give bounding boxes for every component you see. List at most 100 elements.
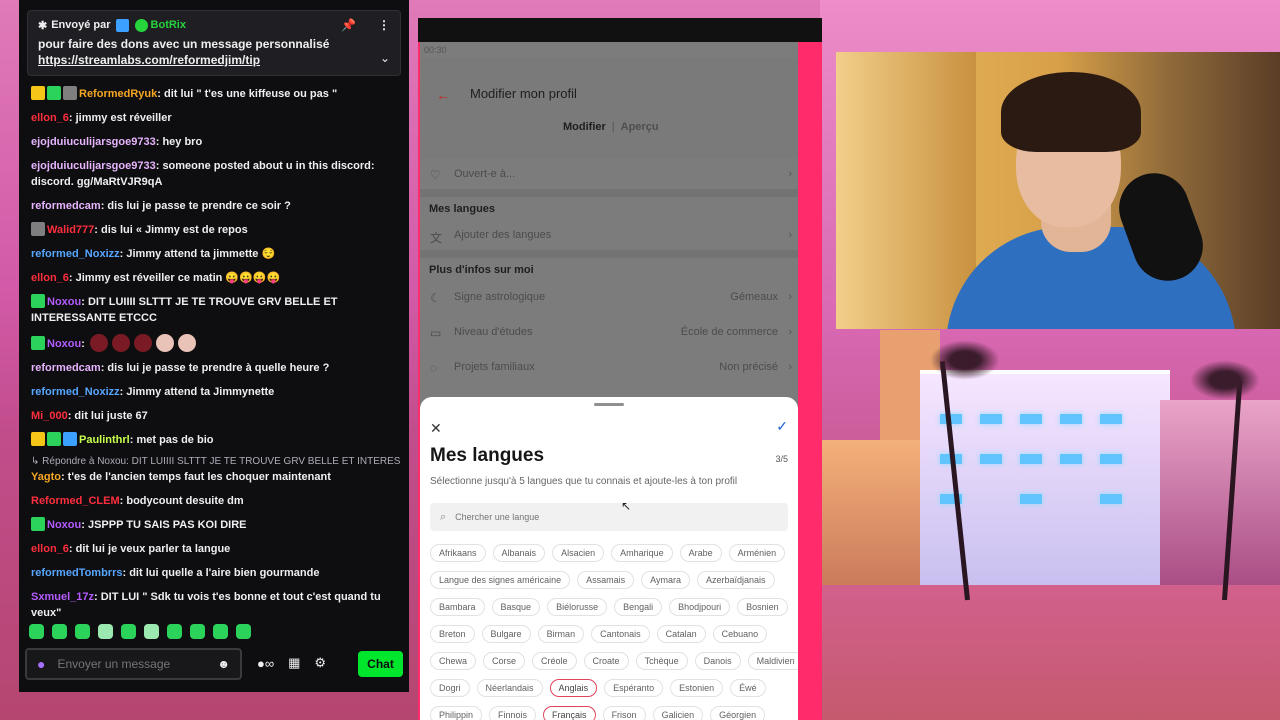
emote-icon[interactable] — [52, 624, 67, 639]
chat-username[interactable]: ReformedRyuk — [79, 88, 157, 100]
language-chip[interactable]: Basque — [491, 598, 541, 616]
crown-badge-icon[interactable] — [31, 86, 45, 100]
chat-username[interactable]: Noxou — [47, 338, 81, 350]
emote-icon[interactable] — [167, 624, 182, 639]
language-chip[interactable]: Frison — [602, 706, 646, 720]
language-chip[interactable]: Tchèque — [635, 652, 688, 670]
language-chip[interactable]: Alsacien — [552, 544, 605, 562]
language-chip[interactable]: Géorgien — [710, 706, 766, 720]
language-chip[interactable]: Catalan — [656, 625, 706, 643]
sub2-badge-icon[interactable] — [63, 432, 77, 446]
pinned-link[interactable]: https://streamlabs.com/reformedjim/tip — [38, 53, 390, 67]
language-chip[interactable]: Assamais — [577, 571, 635, 589]
chat-input[interactable] — [57, 657, 218, 671]
sub-badge-icon[interactable] — [47, 432, 61, 446]
language-chip[interactable]: Bulgare — [481, 625, 531, 643]
language-chip[interactable]: Philippin — [430, 706, 483, 720]
chat-username[interactable]: reformedcam — [31, 362, 101, 374]
language-chip[interactable]: Danois — [694, 652, 741, 670]
language-chip[interactable]: Birman — [537, 625, 585, 643]
language-chip[interactable]: Afrikaans — [430, 544, 486, 562]
language-chip[interactable]: Dogri — [430, 679, 470, 697]
language-chip[interactable]: Galicien — [652, 706, 704, 720]
language-search-box[interactable]: ⌕ — [430, 503, 788, 531]
emote-icon[interactable] — [213, 624, 228, 639]
checkmark-icon[interactable]: ✓ — [776, 418, 788, 435]
mod-badge-icon[interactable] — [31, 222, 45, 236]
chat-username[interactable]: reformed_Noxizz — [31, 386, 120, 398]
chat-username[interactable]: ejojduiuculijarsgoe9733 — [31, 136, 156, 148]
language-chip[interactable]: Anglais — [549, 679, 598, 697]
language-chip[interactable]: Bosnien — [737, 598, 788, 616]
language-search-input[interactable] — [455, 512, 778, 522]
back-arrow-icon[interactable]: ← — [436, 87, 450, 103]
mod-badge-icon[interactable] — [63, 86, 77, 100]
language-chip[interactable]: Amharique — [611, 544, 673, 562]
chat-username[interactable]: ellon_6 — [31, 272, 69, 284]
language-chip[interactable]: Néerlandais — [476, 679, 543, 697]
close-icon[interactable]: ✕ — [430, 420, 442, 437]
chat-input-box[interactable]: ● ☻ — [25, 648, 242, 680]
emote-icon[interactable] — [29, 624, 44, 639]
reply-context[interactable]: ↳ Répondre à Noxou: DIT LUIIII SLTTT JE … — [31, 456, 401, 467]
chat-username[interactable]: reformedTombrrs — [31, 567, 122, 579]
send-chat-button[interactable]: Chat — [358, 651, 403, 677]
emote-icon[interactable] — [190, 624, 205, 639]
chat-username[interactable]: Noxou — [47, 519, 81, 531]
chat-username[interactable]: ellon_6 — [31, 543, 69, 555]
language-chip[interactable]: Français — [543, 706, 596, 720]
channel-points-icon[interactable]: ●∞ — [257, 656, 274, 671]
language-chip[interactable]: Langue des signes américaine — [430, 571, 571, 589]
language-chip[interactable]: Albanais — [492, 544, 546, 562]
language-chip[interactable]: Arabe — [679, 544, 722, 562]
language-chip[interactable]: Bengali — [614, 598, 663, 616]
language-chip[interactable]: Breton — [430, 625, 475, 643]
language-chip[interactable]: Bambara — [430, 598, 485, 616]
sub-badge-icon[interactable] — [31, 517, 45, 531]
emote-icon[interactable] — [236, 624, 251, 639]
language-chip[interactable]: Cebuano — [712, 625, 768, 643]
sub-badge-icon[interactable] — [47, 86, 61, 100]
language-chip[interactable]: Aymara — [641, 571, 690, 589]
more-options-icon[interactable]: ⋮ — [378, 18, 390, 32]
language-chip[interactable]: Maldivien — [747, 652, 798, 670]
language-chip[interactable]: Azerbaïdjanais — [696, 571, 775, 589]
microphone-icon[interactable]: ● — [37, 656, 45, 672]
tab-preview[interactable]: Aperçu — [621, 121, 659, 133]
language-chip[interactable]: Biélorusse — [547, 598, 608, 616]
language-chip[interactable]: Créole — [532, 652, 577, 670]
chat-username[interactable]: Reformed_CLEM — [31, 495, 120, 507]
sheet-drag-handle[interactable] — [594, 403, 624, 406]
language-chip[interactable]: Éwé — [730, 679, 766, 697]
language-chip[interactable]: Espéranto — [604, 679, 664, 697]
chat-username[interactable]: Walid777 — [47, 224, 94, 236]
language-chip[interactable]: Chewa — [430, 652, 477, 670]
emote-icon[interactable] — [75, 624, 90, 639]
language-chip[interactable]: Cantonais — [591, 625, 650, 643]
chat-username[interactable]: Mi_000 — [31, 410, 68, 422]
language-chip[interactable]: Estonien — [670, 679, 724, 697]
chat-username[interactable]: ellon_6 — [31, 112, 69, 124]
crown-badge-icon[interactable] — [31, 432, 45, 446]
chat-username[interactable]: Noxou — [47, 296, 81, 308]
shop-icon[interactable]: ▦ — [288, 655, 300, 671]
language-chip[interactable]: Bhodjpouri — [669, 598, 731, 616]
language-chip[interactable]: Corse — [483, 652, 526, 670]
chat-username[interactable]: Paulinthrl — [79, 434, 130, 446]
tab-edit[interactable]: Modifier — [563, 121, 606, 133]
language-chip[interactable]: Croate — [583, 652, 629, 670]
emote-icon[interactable] — [121, 624, 136, 639]
emote-icon[interactable] — [144, 624, 159, 639]
language-chip[interactable]: Finnois — [489, 706, 537, 720]
language-chip[interactable]: Arménien — [728, 544, 786, 562]
chat-username[interactable]: ejojduiuculijarsgoe9733 — [31, 160, 156, 172]
sub-badge-icon[interactable] — [31, 294, 45, 308]
chat-username[interactable]: reformed_Noxizz — [31, 248, 120, 260]
chat-username[interactable]: reformedcam — [31, 200, 101, 212]
emote-icon[interactable] — [98, 624, 113, 639]
settings-gear-icon[interactable]: ⚙ — [314, 655, 326, 671]
chevron-down-icon[interactable]: ⌄ — [380, 51, 390, 65]
sub-badge-icon[interactable] — [31, 336, 45, 350]
emoji-picker-icon[interactable]: ☻ — [217, 657, 230, 671]
chat-username[interactable]: Sxmuel_17z — [31, 591, 94, 603]
